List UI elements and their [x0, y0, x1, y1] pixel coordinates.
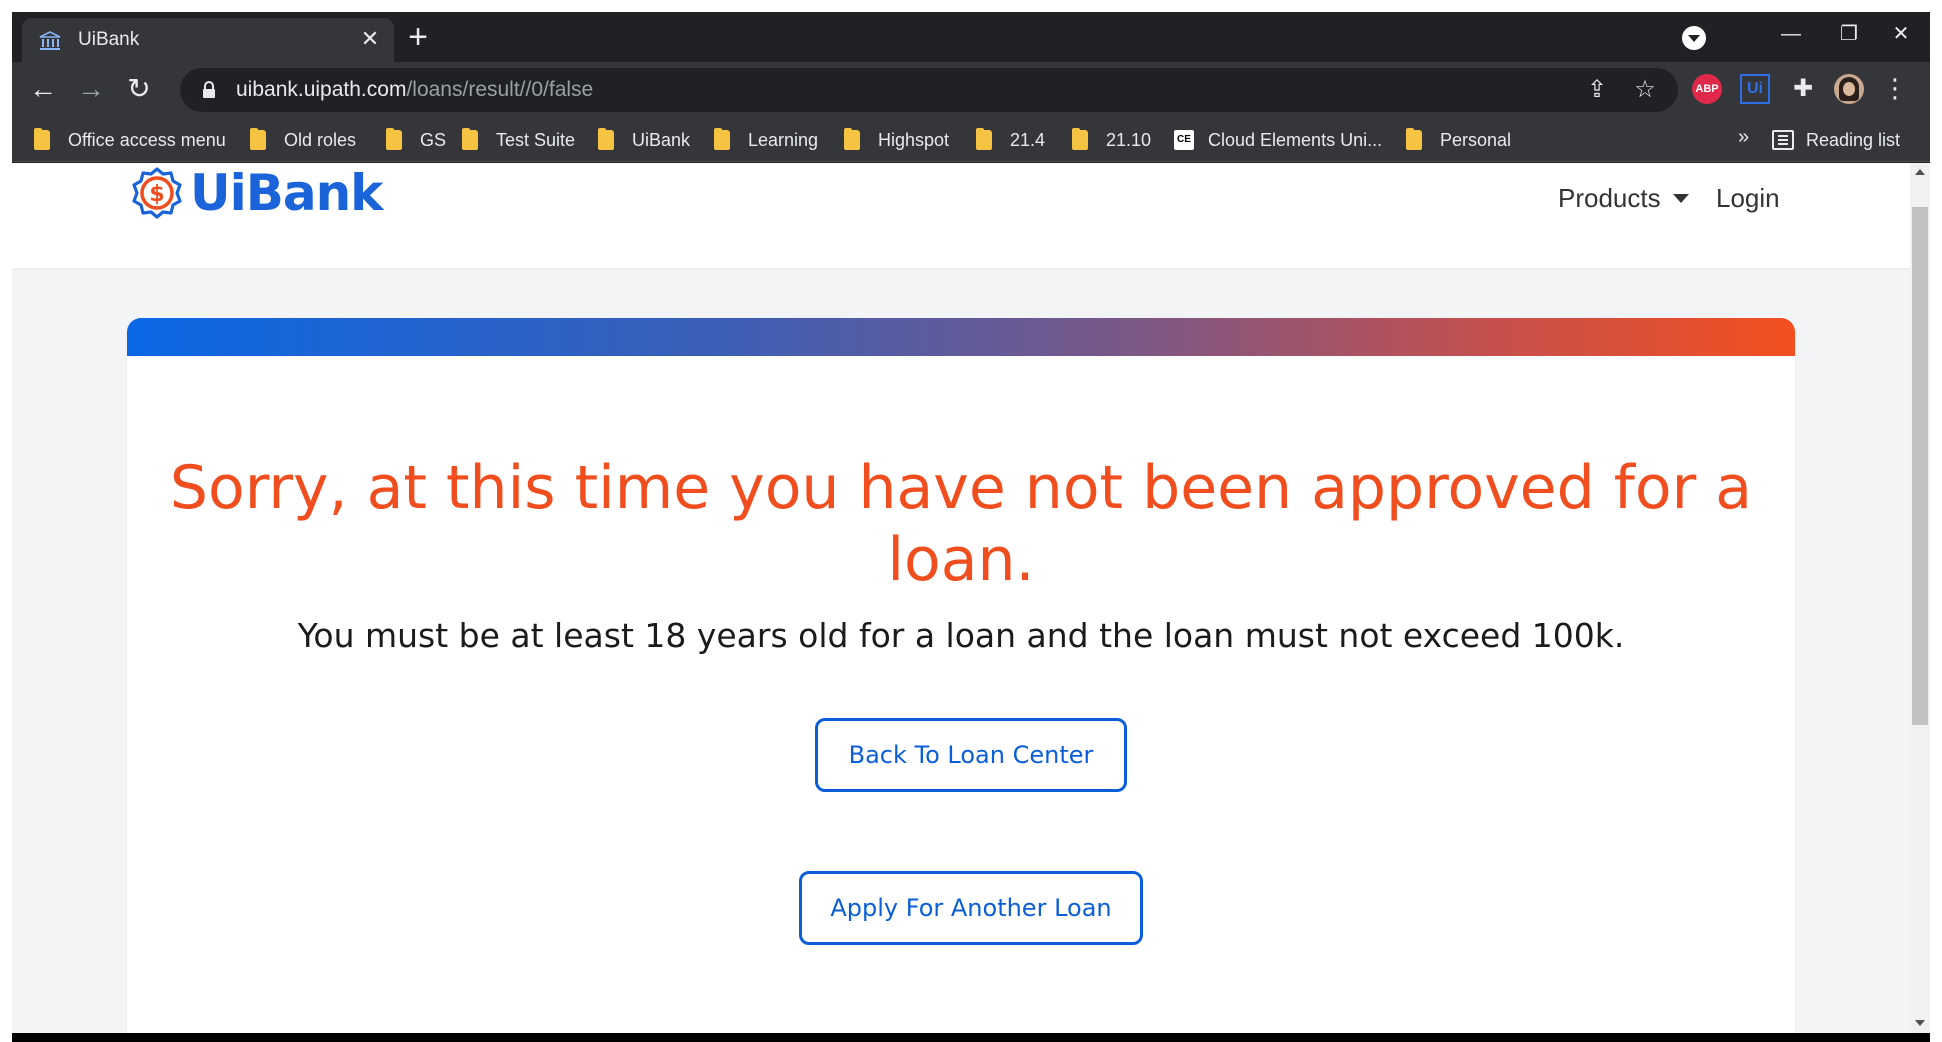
folder-icon: [386, 128, 402, 150]
folder-icon: [714, 128, 730, 150]
url-host: uibank.uipath.com: [236, 78, 407, 101]
uibank-logo[interactable]: $ UiBank: [130, 163, 383, 223]
bookmarks-bar: Office access menu Old roles GS Test Sui…: [12, 118, 1930, 162]
bookmark-item[interactable]: 21.10: [1072, 128, 1151, 152]
reading-list-button[interactable]: Reading list: [1772, 128, 1900, 152]
lock-icon: [202, 81, 216, 99]
folder-icon: [34, 128, 50, 150]
tab-title: UiBank: [78, 29, 140, 50]
rejection-headline: Sorry, at this time you have not been ap…: [169, 453, 1753, 595]
back-to-loan-center-button[interactable]: Back To Loan Center: [815, 718, 1127, 792]
address-bar[interactable]: uibank.uipath.com/loans/result//0/false …: [180, 68, 1678, 112]
bank-favicon-icon: [38, 31, 62, 51]
restore-icon[interactable]: ❐: [1820, 16, 1878, 52]
bookmark-item[interactable]: 21.4: [976, 128, 1045, 152]
browser-tab[interactable]: UiBank ✕: [22, 18, 394, 62]
share-icon[interactable]: ⇪: [1584, 78, 1610, 104]
site-navbar: $ UiBank Products Login: [12, 163, 1910, 268]
caret-down-icon: [1672, 194, 1689, 203]
adblock-extension-icon[interactable]: ABP: [1692, 74, 1722, 104]
reload-icon[interactable]: ↻: [122, 73, 156, 107]
scroll-up-arrow-icon[interactable]: [1910, 163, 1930, 183]
page-viewport: $ UiBank Products Login Sorry, at this t…: [12, 163, 1930, 1033]
back-arrow-icon[interactable]: ←: [26, 73, 60, 107]
bookmark-item[interactable]: GS: [386, 128, 446, 152]
forward-arrow-icon[interactable]: →: [74, 73, 108, 107]
bookmark-item[interactable]: UiBank: [598, 128, 690, 152]
products-menu[interactable]: Products: [1558, 183, 1689, 214]
bookmark-item[interactable]: Old roles: [250, 128, 356, 152]
cloud-elements-icon: CE: [1174, 130, 1194, 150]
login-link[interactable]: Login: [1716, 183, 1780, 214]
card-gradient-header: [127, 318, 1795, 356]
brand-name: UiBank: [190, 164, 383, 222]
rejection-reason: You must be at least 18 years old for a …: [297, 616, 1625, 655]
bookmarks-overflow-button[interactable]: »: [1738, 126, 1749, 149]
new-tab-icon[interactable]: +: [404, 20, 432, 54]
scroll-down-arrow-icon[interactable]: [1910, 1013, 1930, 1033]
browser-toolbar: ← → ↻ uibank.uipath.com/loans/result//0/…: [12, 62, 1930, 118]
folder-icon: [598, 128, 614, 150]
minimize-icon[interactable]: —: [1762, 16, 1820, 52]
bookmark-star-icon[interactable]: ☆: [1632, 78, 1658, 104]
url-path: /loans/result//0/false: [406, 78, 594, 101]
scroll-thumb[interactable]: [1912, 207, 1928, 725]
svg-text:$: $: [149, 182, 164, 207]
bookmark-item[interactable]: Personal: [1406, 128, 1511, 152]
page-scrollbar[interactable]: [1910, 163, 1930, 1033]
profile-avatar[interactable]: [1834, 74, 1864, 104]
tab-strip: UiBank ✕ + — ❐ ✕: [12, 12, 1930, 62]
folder-icon: [1406, 128, 1422, 150]
dollar-badge-icon: $: [130, 166, 184, 220]
folder-icon: [844, 128, 860, 150]
bookmark-item[interactable]: Office access menu: [34, 128, 226, 152]
reading-list-icon: [1772, 130, 1794, 150]
folder-icon: [1072, 128, 1088, 150]
close-window-icon[interactable]: ✕: [1872, 16, 1930, 52]
loan-result-card: Sorry, at this time you have not been ap…: [127, 318, 1795, 1033]
folder-icon: [462, 128, 478, 150]
url-text[interactable]: uibank.uipath.com/loans/result//0/false: [236, 78, 593, 102]
bookmark-item[interactable]: Highspot: [844, 128, 949, 152]
bookmark-item[interactable]: Test Suite: [462, 128, 575, 152]
apply-another-loan-button[interactable]: Apply For Another Loan: [799, 871, 1143, 945]
bookmark-item[interactable]: CE Cloud Elements Uni...: [1174, 128, 1382, 152]
tab-close-icon[interactable]: ✕: [358, 27, 382, 51]
uipath-extension-icon[interactable]: Ui: [1740, 74, 1770, 104]
extensions-puzzle-icon[interactable]: ✚: [1788, 74, 1818, 104]
bookmark-item[interactable]: Learning: [714, 128, 818, 152]
browser-menu-icon[interactable]: ⋮: [1880, 74, 1910, 104]
folder-icon: [976, 128, 992, 150]
browser-window: UiBank ✕ + — ❐ ✕ ← → ↻ uibank.uipath.com…: [12, 12, 1930, 1042]
folder-icon: [250, 128, 266, 150]
taskbar-edge: [12, 1033, 1930, 1042]
tab-search-icon[interactable]: [1682, 26, 1706, 50]
